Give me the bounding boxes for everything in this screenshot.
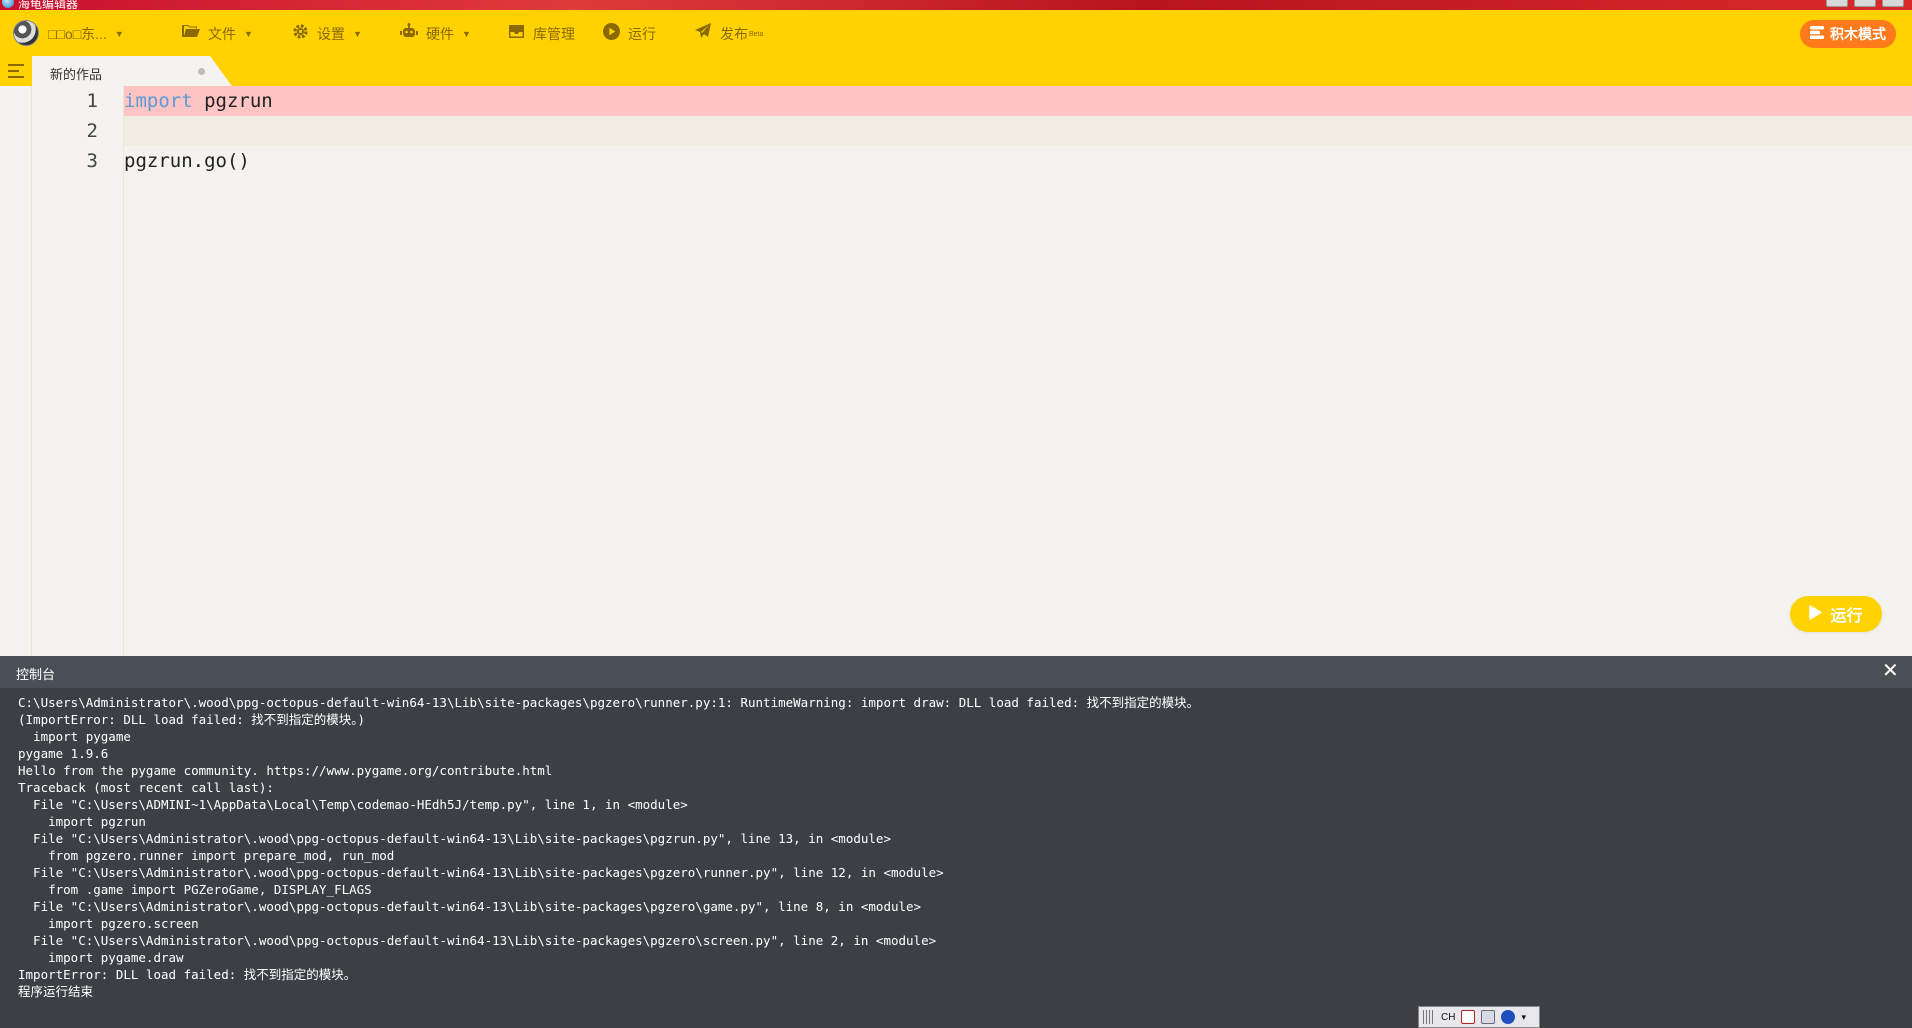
unsaved-dot-icon[interactable] (198, 68, 205, 75)
play-icon (1809, 604, 1823, 624)
hardware-menu[interactable]: 硬件 ▼ (400, 23, 471, 45)
side-strip (0, 86, 32, 656)
help-icon[interactable] (1501, 1010, 1516, 1024)
code-text: pgzrun.go() (124, 150, 250, 172)
code-text: pgzrun (192, 90, 273, 112)
run-button[interactable]: 运行 (1790, 596, 1882, 632)
user-avatar[interactable] (13, 20, 39, 46)
blocks-mode-label: 积木模式 (1830, 26, 1886, 42)
code-editor[interactable]: import pgzrun 1 2 pgzrun.go() 3 运行 (0, 86, 1912, 656)
keyboard-icon[interactable] (1481, 1010, 1496, 1024)
code-line-3[interactable]: pgzrun.go() (124, 146, 1912, 176)
settings-menu-label: 设置 (317, 26, 345, 42)
maximize-button[interactable] (1854, 0, 1876, 7)
language-bar[interactable]: CH ▾ (1418, 1006, 1540, 1028)
chevron-down-icon: ▼ (114, 29, 124, 39)
ime-pen-icon[interactable] (1461, 1010, 1476, 1024)
drag-handle-icon[interactable] (1423, 1010, 1435, 1024)
run-toolbar-button[interactable]: 运行 (603, 22, 656, 46)
close-icon[interactable]: ✕ (1882, 660, 1899, 682)
code-keyword: import (124, 90, 193, 112)
line-number: 1 (86, 90, 98, 112)
chevron-down-icon: ▼ (462, 29, 471, 39)
publish-label: 发布 (720, 26, 748, 42)
play-circle-icon (603, 22, 620, 46)
main-toolbar: □□o□东... ▼ 文件 ▼ 设置 ▼ 硬件 ▼ 库管理 运行 发布 Beta… (0, 10, 1912, 56)
tab-label: 新的作品 (50, 67, 103, 82)
inbox-icon (508, 24, 525, 45)
folder-icon (182, 24, 200, 44)
window-titlebar: 海龟编辑器 (0, 0, 1912, 10)
ime-indicator[interactable]: CH (1441, 1012, 1455, 1023)
beta-badge: Beta (749, 30, 764, 38)
run-button-label: 运行 (1830, 608, 1863, 625)
hardware-menu-label: 硬件 (426, 26, 454, 42)
line-number: 3 (86, 150, 98, 172)
gear-icon (292, 23, 309, 46)
settings-menu[interactable]: 设置 ▼ (292, 23, 362, 46)
tab-bar: 新的作品 (0, 56, 1912, 86)
library-manager-label: 库管理 (533, 26, 575, 42)
minimize-button[interactable] (1826, 0, 1848, 7)
console-header: 控制台 ✕ (0, 656, 1912, 688)
console-title: 控制台 (16, 667, 56, 682)
close-window-button[interactable] (1882, 0, 1904, 7)
run-toolbar-label: 运行 (628, 26, 656, 42)
hamburger-menu-icon[interactable] (8, 64, 24, 78)
blocks-mode-button[interactable]: 积木模式 (1800, 20, 1896, 48)
code-line-2[interactable] (124, 116, 1912, 146)
chevron-down-icon: ▼ (353, 29, 362, 39)
window-title: 海龟编辑器 (18, 0, 79, 10)
console-output-panel[interactable]: C:\Users\Administrator\.wood\ppg-octopus… (0, 688, 1912, 1028)
code-line-1[interactable]: import pgzrun (124, 86, 1912, 116)
robot-icon (400, 23, 418, 45)
user-menu[interactable]: □□o□东... ▼ (48, 24, 124, 44)
console-output: C:\Users\Administrator\.wood\ppg-octopus… (18, 695, 1200, 999)
publish-button[interactable]: 发布 Beta (695, 23, 764, 45)
tab-new-work[interactable]: 新的作品 (32, 56, 222, 86)
chevron-down-icon: ▼ (244, 29, 253, 39)
line-number: 2 (86, 120, 98, 142)
paper-plane-icon (695, 23, 712, 45)
app-icon (2, 0, 14, 8)
file-menu[interactable]: 文件 ▼ (182, 24, 253, 44)
user-name: □□o□东... (48, 26, 107, 42)
library-manager-button[interactable]: 库管理 (508, 24, 575, 44)
file-menu-label: 文件 (208, 26, 236, 42)
window-controls (1826, 0, 1904, 7)
chevron-down-icon[interactable]: ▾ (1521, 1012, 1526, 1023)
blocks-icon (1810, 26, 1824, 42)
